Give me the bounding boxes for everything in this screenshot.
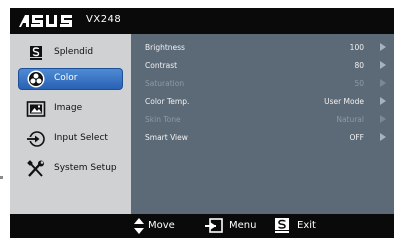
menu-label: Menu [229,220,257,231]
setting-name: Contrast [145,61,178,70]
setting-value: Natural [336,115,364,124]
setting-name: Saturation [145,79,185,88]
input-select-icon [26,131,45,147]
splendid-s-icon [30,46,42,60]
chevron-right-icon [380,61,386,69]
sidebar-item-label: System Setup [54,163,117,173]
setting-row-brightness[interactable]: Brightness 100 [131,40,394,56]
margin-mark [0,176,3,179]
asus-logo [19,15,72,27]
setting-row-smart-view[interactable]: Smart View OFF [131,130,394,146]
footer-hint-bar: Move Menu Exit [10,214,394,238]
setting-name: Skin Tone [145,115,181,124]
sidebar-item-input-select[interactable]: Input Select [10,128,131,150]
sidebar-item-system-setup[interactable]: System Setup [10,158,131,180]
setting-row-skin-tone: Skin Tone Natural [131,112,394,128]
sidebar-item-label: Color [54,73,78,83]
exit-s-icon [275,218,289,233]
up-down-arrow-icon [134,218,144,234]
chevron-right-icon [380,115,386,123]
setting-value: User Mode [324,97,364,106]
setting-value: 100 [349,43,364,52]
chevron-right-icon [380,79,386,87]
setting-value: 50 [354,79,364,88]
move-label: Move [148,220,175,231]
sidebar-item-splendid[interactable]: Splendid [10,42,131,64]
setting-name: Smart View [145,133,188,142]
sidebar-item-image[interactable]: Image [10,98,131,120]
sidebar: Splendid Color Image Input Select System… [10,34,131,214]
model-name: VX248 [86,14,122,25]
image-icon [26,101,46,117]
setting-value: OFF [349,133,364,142]
setting-name: Brightness [145,43,185,52]
wrench-screwdriver-icon [27,160,44,177]
settings-panel: Brightness 100 Contrast 80 Saturation 50… [131,34,394,214]
osd-menu: VX248 Splendid Color Image Input Select … [10,8,394,238]
chevron-right-icon [380,133,386,141]
setting-name: Color Temp. [145,97,190,106]
sidebar-item-color[interactable]: Color [10,68,131,90]
setting-row-saturation: Saturation 50 [131,76,394,92]
chevron-right-icon [380,97,386,105]
sidebar-item-label: Image [54,103,83,113]
exit-label: Exit [297,220,316,231]
sidebar-item-label: Splendid [54,47,94,57]
sidebar-item-label: Input Select [54,133,108,143]
osd-header: VX248 [10,8,394,34]
setting-row-color-temp[interactable]: Color Temp. User Mode [131,94,394,110]
chevron-right-icon [380,43,386,51]
setting-value: 80 [354,61,364,70]
color-palette-icon [27,70,45,88]
enter-menu-icon [205,218,223,233]
setting-row-contrast[interactable]: Contrast 80 [131,58,394,74]
